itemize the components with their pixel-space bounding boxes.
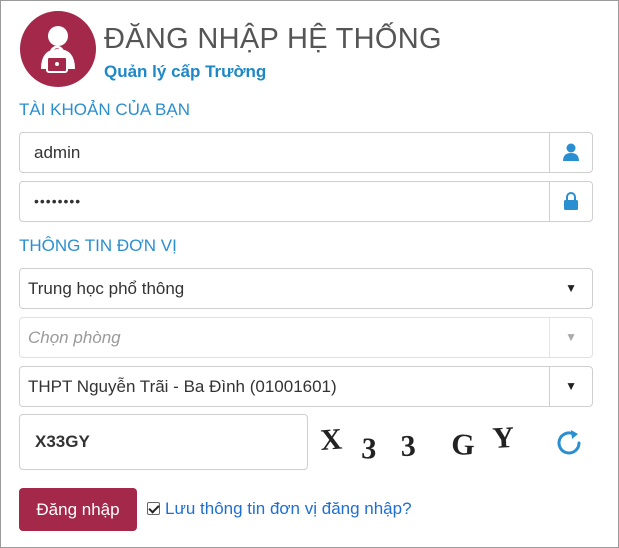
refresh-icon[interactable] [553,427,585,459]
page-subtitle: Quản lý cấp Trường [104,62,267,81]
chevron-down-icon: ▼ [565,379,577,393]
school-select-value: THPT Nguyễn Trãi - Ba Đình (01001601) [28,377,337,396]
captcha-input-value: X33GY [35,432,90,451]
chevron-down-icon: ▼ [565,330,577,344]
captcha-char: G [451,428,475,462]
remember-option[interactable]: Lưu thông tin đơn vị đăng nhập? [147,499,412,519]
level-select-value: Trung học phổ thông [28,279,185,298]
chevron-down-icon: ▼ [565,281,577,295]
login-button[interactable]: Đăng nhập [19,488,137,531]
office-select[interactable]: Chọn phòng ▼ [19,317,593,358]
password-value: •••••••• [34,193,82,209]
level-select[interactable]: Trung học phổ thông ▼ [19,268,593,309]
account-section-label: TÀI KHOẢN CỦA BẠN [19,100,190,119]
school-select[interactable]: THPT Nguyễn Trãi - Ba Đình (01001601) ▼ [19,366,593,407]
captcha-input[interactable]: X33GY [19,414,308,470]
captcha-image: X33GY [319,421,515,464]
password-field[interactable]: •••••••• [19,181,593,222]
captcha-char: 3 [361,432,378,464]
user-lock-icon [20,11,96,87]
page-title: ĐĂNG NHẬP HỆ THỐNG [104,23,442,55]
captcha-image-text: X33GY [319,421,515,464]
login-panel: ĐĂNG NHẬP HỆ THỐNG Quản lý cấp Trường TÀ… [0,0,619,548]
office-select-placeholder: Chọn phòng [28,328,121,347]
user-icon [549,133,592,172]
captcha-char: X [319,423,343,457]
remember-label[interactable]: Lưu thông tin đơn vị đăng nhập? [165,499,412,518]
lock-icon [549,182,592,221]
remember-checkbox[interactable] [147,502,160,515]
unit-section-label: THÔNG TIN ĐƠN VỊ [19,236,177,255]
username-value: admin [34,143,81,162]
username-field[interactable]: admin [19,132,593,173]
captcha-char: Y [492,421,516,455]
captcha-char: 3 [400,429,416,463]
